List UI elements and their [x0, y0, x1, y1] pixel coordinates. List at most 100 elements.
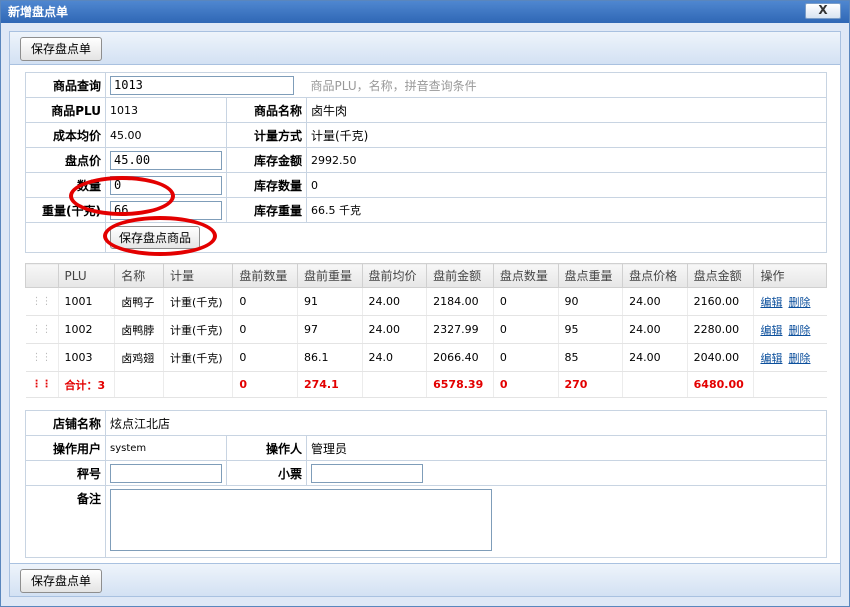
weight-label: 重量(千克)	[25, 197, 106, 223]
cell-pre-qty: 0	[232, 315, 298, 344]
ticket-label: 小票	[226, 460, 307, 486]
column-header-count-amount[interactable]: 盘点金额	[686, 263, 755, 288]
save-sheet-button-bottom[interactable]: 保存盘点单	[20, 569, 103, 593]
name-label: 商品名称	[226, 97, 307, 123]
row-drag-handle[interactable]: ⋮⋮	[25, 287, 58, 316]
quantity-input[interactable]	[110, 175, 222, 195]
weight-input[interactable]	[110, 200, 222, 220]
stock-qty-value: 0	[306, 172, 827, 198]
plu-label: 商品PLU	[25, 97, 106, 123]
row-drag-handle[interactable]: ⋮⋮	[25, 343, 58, 372]
store-label: 店铺名称	[25, 410, 106, 436]
product-search-input[interactable]	[110, 75, 294, 95]
table-row[interactable]: ⋮⋮ 1002 卤鸭脖 计重(千克) 0 97 24.00 2327.99 0 95 24.00 22…	[25, 315, 827, 344]
cell-plu: 1003	[57, 343, 115, 372]
edit-link[interactable]: 编辑	[760, 296, 782, 309]
stock-amount-label: 库存金额	[226, 147, 307, 173]
column-header-count-weight[interactable]: 盘点重量	[557, 263, 624, 288]
total-empty-cell	[114, 371, 164, 398]
cell-count-amount: 2040.00	[686, 343, 754, 372]
ticket-input[interactable]	[311, 463, 423, 483]
cell-count-qty: 0	[492, 315, 558, 344]
dialog-titlebar[interactable]: 新增盘点单 X	[1, 1, 849, 23]
column-header-unit[interactable]: 计量	[162, 263, 234, 288]
operator-value: 管理员	[306, 435, 827, 461]
cell-unit: 计重(千克)	[162, 315, 233, 344]
cell-pre-amount: 2184.00	[426, 287, 494, 316]
grid-handle-header	[25, 263, 58, 288]
cell-plu: 1001	[57, 287, 115, 316]
cell-count-price: 24.00	[622, 343, 688, 372]
cell-pre-weight: 97	[296, 315, 363, 344]
add-inventory-dialog: 新增盘点单 X 保存盘点单 商品查询 商品PLU，名称，拼音查询条件 商品PLU…	[0, 0, 850, 607]
total-empty-cell	[622, 371, 688, 398]
edit-link[interactable]: 编辑	[760, 324, 782, 337]
cell-count-price: 24.00	[622, 315, 688, 344]
column-header-plu[interactable]: PLU	[57, 263, 116, 288]
cell-pre-avg-price: 24.00	[361, 287, 427, 316]
cell-count-qty: 0	[492, 343, 558, 372]
delete-link[interactable]: 删除	[788, 324, 810, 337]
cell-pre-weight: 91	[296, 287, 363, 316]
table-row[interactable]: ⋮⋮ 1001 卤鸭子 计重(千克) 0 91 24.00 2184.00 0 90 24.00 21…	[25, 287, 827, 316]
user-label: 操作用户	[25, 435, 106, 461]
column-header-pre-qty[interactable]: 盘前数量	[232, 263, 298, 288]
unit-label: 计量方式	[226, 122, 307, 148]
qty-label: 数量	[25, 172, 106, 198]
cell-actions: 编辑 删除	[753, 315, 827, 344]
stock-weight-label: 库存重量	[226, 197, 307, 223]
column-header-actions[interactable]: 操作	[753, 263, 827, 288]
bottom-toolbar: 保存盘点单	[9, 563, 841, 597]
edit-link[interactable]: 编辑	[760, 352, 782, 365]
column-header-pre-amount[interactable]: 盘前金额	[426, 263, 494, 288]
operator-label: 操作人	[226, 435, 307, 461]
cell-unit: 计重(千克)	[162, 343, 233, 372]
delete-link[interactable]: 删除	[788, 296, 810, 309]
column-header-pre-avg-price[interactable]: 盘前均价	[361, 263, 428, 288]
inventory-items-grid: PLU 名称 计量 盘前数量 盘前重量 盘前均价 盘前金额 盘点数量 盘点重量 盘点价格 盘点金额操…	[25, 263, 827, 398]
sheet-info-form: 店铺名称 炫点江北店 操作用户 system 操作人 管理员 秤号 小票 备注	[25, 410, 827, 558]
unit-value: 计量(千克)	[306, 122, 827, 148]
total-empty-cell	[753, 371, 827, 398]
total-count-amount: 6480.00	[686, 371, 754, 398]
column-header-count-qty[interactable]: 盘点数量	[492, 263, 559, 288]
cell-count-amount: 2160.00	[686, 287, 754, 316]
column-header-count-price[interactable]: 盘点价格	[622, 263, 688, 288]
cell-count-qty: 0	[492, 287, 558, 316]
cell-plu: 1002	[57, 315, 115, 344]
name-value: 卤牛肉	[306, 97, 827, 123]
cell-count-price: 24.00	[622, 287, 688, 316]
cell-pre-amount: 2066.40	[426, 343, 494, 372]
cell-name: 卤鸡翅	[114, 343, 164, 372]
save-sheet-button-top[interactable]: 保存盘点单	[20, 37, 103, 61]
cell-count-weight: 95	[557, 315, 623, 344]
cell-pre-avg-price: 24.00	[361, 315, 427, 344]
stock-qty-label: 库存数量	[226, 172, 307, 198]
remark-textarea[interactable]	[110, 489, 492, 551]
column-header-name[interactable]: 名称	[114, 263, 164, 288]
scale-input[interactable]	[110, 463, 222, 483]
cost-label: 成本均价	[25, 122, 106, 148]
total-empty-cell	[162, 371, 233, 398]
dialog-title: 新增盘点单	[8, 5, 69, 19]
total-pre-amount: 6578.39	[426, 371, 494, 398]
total-pre-weight: 274.1	[296, 371, 363, 398]
column-header-pre-weight[interactable]: 盘前重量	[296, 263, 363, 288]
cell-pre-qty: 0	[232, 287, 298, 316]
user-value: system	[105, 435, 227, 461]
stock-amount-value: 2992.50	[306, 147, 827, 173]
cost-value: 45.00	[105, 122, 227, 148]
totals-row: ⋮⋮ 合计：3 0 274.1 6578.39 0 270 6480.00	[25, 371, 827, 398]
cell-pre-avg-price: 24.0	[361, 343, 427, 372]
remark-label: 备注	[25, 485, 106, 558]
count-price-input[interactable]	[110, 150, 222, 170]
cell-name: 卤鸭脖	[114, 315, 164, 344]
total-label: 合计：3	[57, 371, 115, 398]
save-item-button[interactable]: 保存盘点商品	[110, 226, 201, 249]
table-row[interactable]: ⋮⋮ 1003 卤鸡翅 计重(千克) 0 86.1 24.0 2066.40 0 85 24.00 2…	[25, 343, 827, 372]
delete-link[interactable]: 删除	[788, 352, 810, 365]
row-drag-handle[interactable]: ⋮⋮	[25, 315, 58, 344]
close-button[interactable]: X	[805, 3, 841, 19]
cell-unit: 计重(千克)	[162, 287, 233, 316]
top-toolbar: 保存盘点单	[9, 31, 841, 65]
